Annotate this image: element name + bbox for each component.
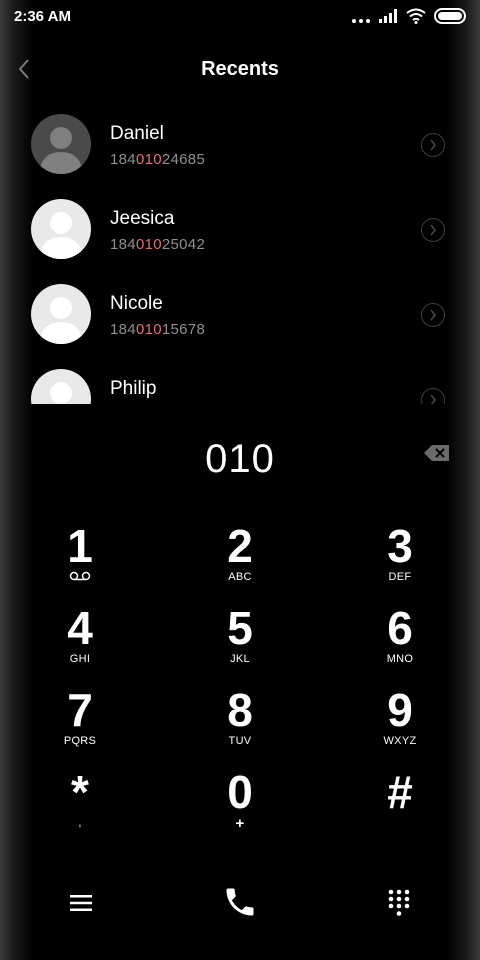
contact-number: 18401015678 bbox=[110, 321, 206, 338]
key-5[interactable]: 5 JKL bbox=[180, 597, 300, 677]
dialpad-icon bbox=[388, 889, 410, 916]
key-6[interactable]: 6 MNO bbox=[340, 597, 460, 677]
key-letters: GHI bbox=[69, 653, 91, 665]
key-digit: 6 bbox=[387, 602, 413, 654]
key-letters: MNO bbox=[386, 653, 414, 665]
recents-list[interactable]: Daniel 18401024685 Jeesica 18401025042 N… bbox=[0, 102, 480, 404]
contact-name: Jeesica bbox=[110, 208, 175, 229]
avatar bbox=[31, 369, 91, 404]
chevron-right-icon bbox=[430, 224, 436, 236]
menu-button[interactable] bbox=[66, 888, 96, 918]
backspace-button[interactable] bbox=[423, 443, 451, 463]
key-digit: # bbox=[387, 766, 413, 818]
key-7[interactable]: 7 PQRS bbox=[20, 679, 140, 759]
contact-details-button[interactable] bbox=[421, 218, 445, 242]
avatar bbox=[31, 199, 91, 259]
chevron-right-icon bbox=[430, 309, 436, 321]
menu-icon bbox=[70, 895, 92, 911]
key-digit: 5 bbox=[227, 602, 253, 654]
keypad-toggle-button[interactable] bbox=[384, 886, 414, 920]
key-letters: ABC bbox=[228, 571, 252, 583]
phone-icon bbox=[226, 888, 254, 916]
backspace-icon bbox=[424, 445, 449, 461]
page-title: Recents bbox=[201, 58, 279, 80]
list-item[interactable]: Daniel 18401024685 bbox=[0, 102, 480, 187]
contact-details-button[interactable] bbox=[421, 133, 445, 157]
contact-name: Daniel bbox=[110, 123, 164, 144]
key-digit: 2 bbox=[227, 520, 253, 572]
call-button[interactable] bbox=[220, 882, 260, 922]
dialed-number: 010 bbox=[205, 437, 275, 481]
avatar bbox=[31, 284, 91, 344]
key-letters: , bbox=[78, 817, 82, 829]
person-icon bbox=[50, 382, 72, 404]
battery-icon bbox=[434, 8, 466, 24]
key-letters: TUV bbox=[228, 735, 252, 747]
key-star[interactable]: * , bbox=[20, 761, 140, 841]
key-letters: + bbox=[235, 815, 245, 832]
key-3[interactable]: 3 DEF bbox=[340, 515, 460, 595]
key-digit: 4 bbox=[67, 602, 93, 654]
status-bar: 2:36 AM bbox=[0, 0, 480, 36]
more-notifications-icon bbox=[352, 9, 370, 23]
chevron-right-icon bbox=[430, 139, 436, 151]
key-digit: 9 bbox=[387, 684, 413, 736]
header: Recents bbox=[0, 50, 480, 90]
bottom-bar bbox=[0, 880, 480, 930]
contact-name: Nicole bbox=[110, 293, 163, 314]
key-letters: DEF bbox=[388, 571, 412, 583]
status-icons bbox=[352, 8, 466, 24]
avatar bbox=[31, 114, 91, 174]
person-icon bbox=[39, 127, 83, 174]
contact-number: 18401025042 bbox=[110, 236, 206, 253]
key-letters: JKL bbox=[230, 653, 250, 665]
chevron-right-icon bbox=[430, 394, 436, 404]
person-icon bbox=[39, 212, 83, 259]
key-letters: PQRS bbox=[63, 735, 97, 747]
key-digit: 3 bbox=[387, 520, 413, 572]
contact-number: 18401024685 bbox=[110, 151, 206, 168]
key-digit: 0 bbox=[227, 766, 253, 818]
list-item[interactable]: Philip bbox=[0, 357, 480, 404]
key-digit: 1 bbox=[67, 520, 93, 572]
key-digit: 7 bbox=[67, 684, 93, 736]
key-2[interactable]: 2 ABC bbox=[180, 515, 300, 595]
key-digit: * bbox=[71, 766, 89, 818]
contact-details-button[interactable] bbox=[421, 303, 445, 327]
wifi-icon bbox=[406, 8, 426, 24]
key-0[interactable]: 0 + bbox=[180, 761, 300, 841]
status-time: 2:36 AM bbox=[14, 8, 71, 25]
signal-icon bbox=[379, 9, 397, 23]
key-digit: 8 bbox=[227, 684, 253, 736]
list-item[interactable]: Jeesica 18401025042 bbox=[0, 187, 480, 272]
person-icon bbox=[39, 297, 83, 344]
key-9[interactable]: 9 WXYZ bbox=[340, 679, 460, 759]
key-1[interactable]: 1 bbox=[20, 515, 140, 595]
key-hash[interactable]: # bbox=[340, 761, 460, 841]
contact-name: Philip bbox=[110, 378, 157, 399]
voicemail-icon bbox=[69, 571, 91, 581]
key-letters: WXYZ bbox=[383, 735, 417, 747]
key-8[interactable]: 8 TUV bbox=[180, 679, 300, 759]
list-item[interactable]: Nicole 18401015678 bbox=[0, 272, 480, 357]
key-4[interactable]: 4 GHI bbox=[20, 597, 140, 677]
contact-details-button[interactable] bbox=[421, 388, 445, 404]
